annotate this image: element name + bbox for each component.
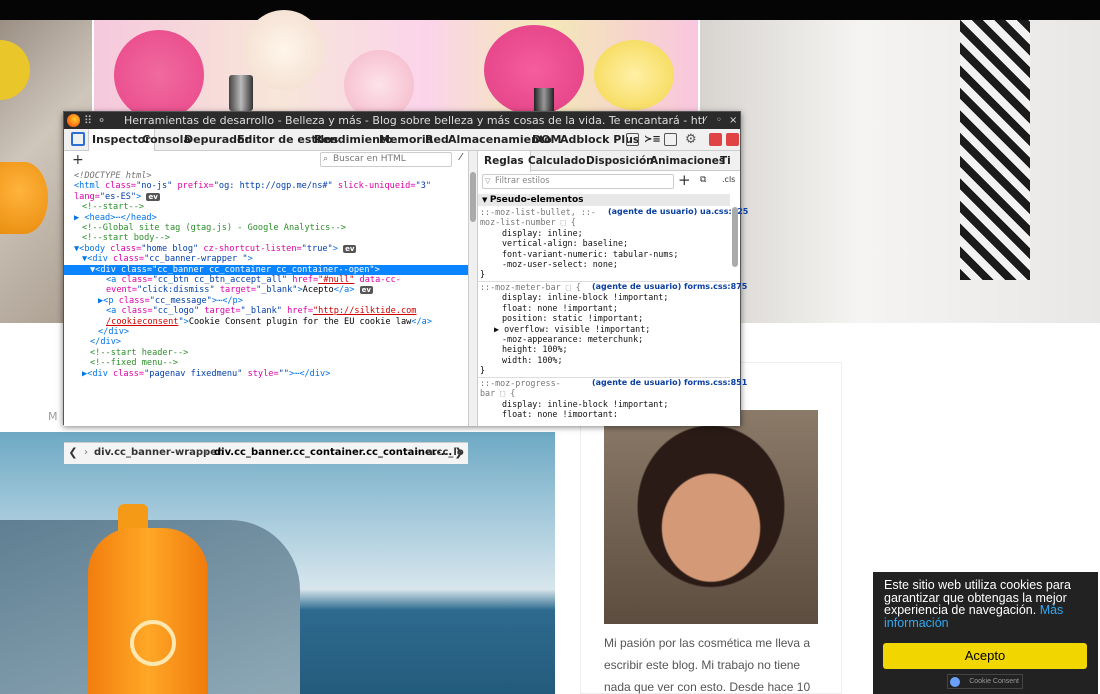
cookie-banner: Este sitio web utiliza cookies para gara…	[873, 572, 1098, 694]
screenshot-icon[interactable]	[664, 133, 677, 146]
close-devtools-icon[interactable]	[726, 133, 739, 146]
orange-shape	[0, 162, 48, 234]
add-node-icon[interactable]: +	[72, 152, 84, 168]
rule-declaration[interactable]: font-variant-numeric: tabular-nums;	[502, 249, 678, 259]
html-comment[interactable]: <!--start-->	[82, 202, 144, 212]
pseudo-elements-header[interactable]: ▼ Pseudo-elementos	[478, 194, 730, 206]
minimize-icon[interactable]: ◦	[716, 112, 722, 129]
html-line[interactable]: /cookieconsent">Cookie Consent plugin fo…	[106, 317, 432, 327]
rules-pane: Reglas Calculado Disposición Animaciones…	[478, 151, 748, 426]
page: M Mi pasión por las cosmética me lleva a…	[0, 0, 1100, 694]
toggle-pseudo-class-icon[interactable]: ⧉	[700, 175, 706, 185]
html-line[interactable]: lang="es-ES"> ev	[74, 192, 160, 202]
rule-selector[interactable]: moz-list-number ⬚ {	[480, 217, 576, 227]
markup-scrollbar[interactable]	[470, 172, 476, 222]
tab-disposicion[interactable]: Disposición	[586, 151, 654, 171]
search-html-input[interactable]: Buscar en HTML	[320, 152, 452, 167]
gear-icon[interactable]: ⚙	[685, 129, 697, 151]
html-comment[interactable]: <!--fixed menu-->	[90, 358, 178, 368]
rule-declaration[interactable]: ▶ overflow: visible !important;	[494, 324, 650, 334]
event-badge[interactable]: ev	[146, 192, 160, 201]
html-comment[interactable]: <!--start body-->	[82, 233, 170, 243]
tab-overflow[interactable]: Ti	[720, 151, 731, 171]
html-line[interactable]: event="click:dismiss" target="_blank">Ac…	[106, 285, 373, 295]
tab-calculado[interactable]: Calculado	[528, 151, 586, 171]
devtools-title-bar[interactable]: ⠿ ⚬ Herramientas de desarrollo - Belleza…	[64, 112, 740, 129]
fashion-image[interactable]	[700, 20, 1100, 323]
html-line[interactable]: ▶<div class="pagenav fixedmenu" style=""…	[82, 369, 330, 379]
rule-selector[interactable]: ::-moz-meter-bar ⬚ {	[480, 282, 581, 292]
html-line[interactable]: </div>	[90, 337, 121, 347]
rule-source-link[interactable]: (agente de usuario) forms.css:851	[592, 378, 747, 388]
tab-dom[interactable]: DOM	[532, 129, 561, 151]
rule-source-link[interactable]: (agente de usuario) forms.css:875	[592, 282, 747, 292]
rule-declaration[interactable]: -moz-user-select: none;	[502, 259, 618, 269]
rule-selector[interactable]: ::-moz-progress-	[480, 378, 561, 388]
rule-declaration[interactable]: -moz-appearance: meterchunk;	[502, 334, 643, 344]
rule-declaration[interactable]: float: none !important;	[502, 409, 618, 417]
post-meta-letter: M	[48, 410, 58, 423]
rule-declaration[interactable]: vertical-align: baseline;	[502, 238, 628, 248]
pin-icon[interactable]: ⚬	[97, 112, 106, 129]
firefox-icon	[67, 114, 80, 127]
sunscreen-bottle-shape	[88, 528, 208, 694]
html-line[interactable]: <a class="cc_logo" target="_blank" href=…	[106, 306, 416, 316]
html-line-body[interactable]: ▼<body class="home blog" cz-shortcut-lis…	[74, 244, 357, 254]
event-badge[interactable]: ev	[343, 244, 357, 253]
rules-scrollbar[interactable]	[732, 207, 738, 267]
devtools-toolbar: Inspector Consola Depurador Editor de es…	[64, 129, 740, 151]
devtools-title: Herramientas de desarrollo - Belleza y m…	[124, 114, 704, 127]
rule-declaration[interactable]: display: inline-block !important;	[502, 292, 668, 302]
element-picker-icon[interactable]	[71, 132, 85, 146]
html-line[interactable]: ▶<p class="cc_message">⋯</p>	[98, 296, 243, 306]
author-portrait	[604, 410, 818, 624]
rule-declaration[interactable]: width: 100%;	[502, 355, 563, 365]
event-badge[interactable]: ev	[359, 286, 373, 295]
html-comment[interactable]: <!--start header-->	[90, 348, 188, 358]
html-comment[interactable]: <!--Global site tag (gtag.js) - Google A…	[82, 223, 346, 233]
html-line[interactable]: <a class="cc_btn cc_btn_accept_all" href…	[106, 275, 401, 285]
markup-pane: + Buscar en HTML ⁄ <!DOCTYPE html> <html…	[64, 151, 468, 464]
tab-reglas[interactable]: Reglas	[478, 151, 531, 172]
author-bio: Mi pasión por las cosmética me lleva a e…	[604, 636, 811, 694]
responsive-mode-icon[interactable]	[626, 133, 639, 146]
html-line[interactable]: </div>	[98, 327, 129, 337]
html-line-wrapper[interactable]: ▼<div class="cc_banner-wrapper ">	[82, 254, 253, 264]
split-console-icon[interactable]: ≻≡	[644, 129, 661, 151]
rule-declaration[interactable]: display: inline-block !important;	[502, 399, 668, 409]
rule-declaration[interactable]: position: static !important;	[502, 313, 643, 323]
window-menu-icon[interactable]: ⠿	[84, 112, 92, 129]
rule-declaration[interactable]: float: none !important;	[502, 303, 618, 313]
html-line[interactable]: <html class="no-js" prefix="og: http://o…	[74, 181, 431, 191]
cookie-message: Este sitio web utiliza cookies para gara…	[884, 578, 1071, 630]
site-top-bar	[0, 0, 1100, 20]
rules-tabs: Reglas Calculado Disposición Animaciones…	[478, 151, 740, 172]
patterned-dress-shape	[960, 20, 1030, 280]
devtools-window: ⠿ ⚬ Herramientas de desarrollo - Belleza…	[63, 111, 748, 464]
tab-red[interactable]: Red	[425, 129, 449, 151]
html-line-head[interactable]: ▶ <head>⋯</head>	[74, 213, 157, 223]
close-icon[interactable]: ×	[729, 112, 737, 129]
breadcrumb-forward-icon[interactable]: ❯	[452, 444, 466, 462]
breadcrumb: ❮ › div.cc_banner-wrapper. › div.cc_bann…	[64, 442, 468, 464]
rule-declaration[interactable]: height: 100%;	[502, 344, 568, 354]
cookie-consent-logo[interactable]: Cookie Consent	[947, 674, 1023, 689]
filter-styles-input[interactable]: Filtrar estilos	[482, 174, 674, 189]
add-rule-icon[interactable]: +	[678, 171, 691, 189]
sun-logo-icon	[130, 620, 176, 666]
maximize-icon[interactable]: ⁄	[704, 112, 706, 129]
eyedropper-icon[interactable]: ⁄	[460, 152, 462, 163]
rule-declaration[interactable]: display: inline;	[502, 228, 583, 238]
cookie-accept-button[interactable]: Acepto	[883, 643, 1087, 669]
rule-source-link[interactable]: (agente de usuario) ua.css:125	[608, 207, 748, 217]
html-line[interactable]: <!DOCTYPE html>	[74, 171, 152, 181]
breadcrumb-back-icon[interactable]: ❮	[66, 444, 80, 462]
rule-selector[interactable]: bar ⬚ {	[480, 388, 515, 398]
html-line-selected[interactable]: ▼<div class="cc_banner cc_container cc_c…	[64, 264, 468, 275]
tab-animaciones[interactable]: Animaciones	[650, 151, 725, 171]
dock-icon[interactable]	[709, 133, 722, 146]
cls-toggle[interactable]: .cls	[722, 175, 735, 184]
rule-selector[interactable]: ::-moz-list-bullet, ::-	[480, 207, 596, 217]
